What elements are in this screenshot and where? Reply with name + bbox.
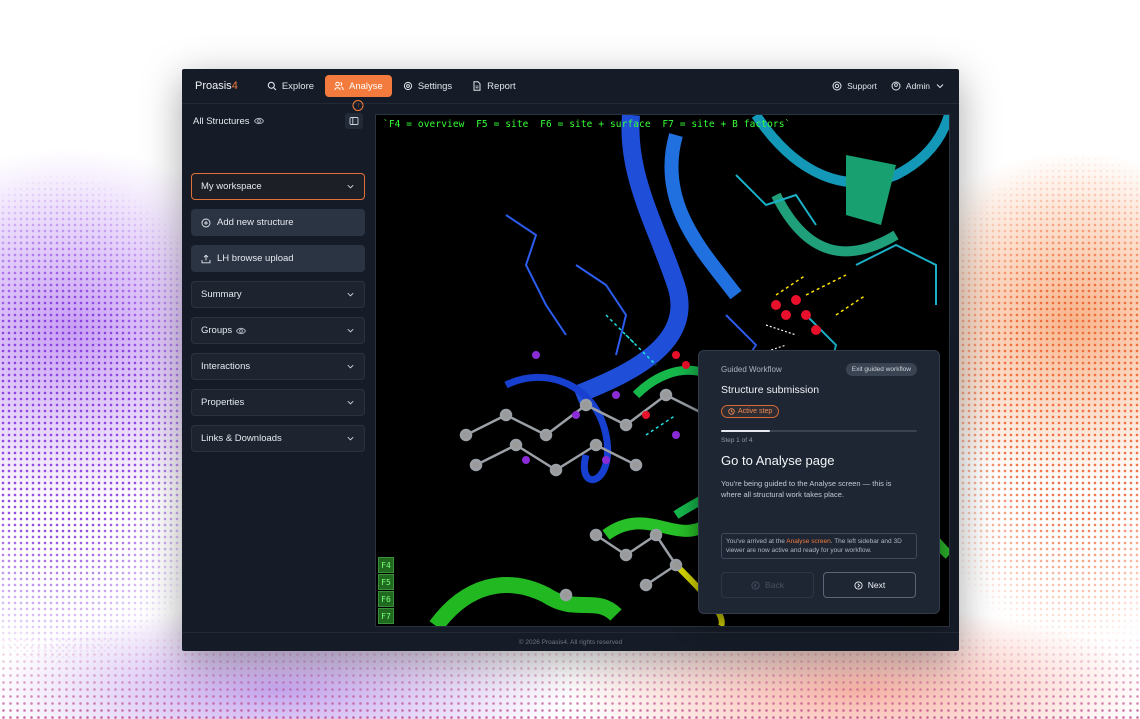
upload-icon <box>201 254 211 263</box>
nav-report[interactable]: Report <box>463 75 525 97</box>
section-label: Interactions <box>201 361 251 372</box>
gear-icon <box>403 81 412 91</box>
nav-report-label: Report <box>487 80 516 92</box>
f5-button[interactable]: F5 <box>378 574 394 590</box>
guide-progress-fill <box>721 430 770 432</box>
sidebar-section-groups[interactable]: Groups <box>191 317 365 344</box>
footer: © 2026 Proasis4. All rights reserved <box>182 632 959 651</box>
arrow-left-circle-icon <box>751 580 760 590</box>
nav-explore-label: Explore <box>281 80 315 92</box>
f6-button[interactable]: F6 <box>378 591 394 607</box>
guide-body: You're being guided to the Analyse scree… <box>721 479 892 499</box>
active-step-badge: Active step <box>721 405 780 418</box>
back-button[interactable]: Back <box>721 572 814 598</box>
nav-settings[interactable]: Settings <box>394 75 461 97</box>
active-step-label: Active step <box>738 408 773 415</box>
document-icon <box>473 81 481 91</box>
chevron-down-icon <box>347 400 354 405</box>
nav-explore[interactable]: Explore <box>258 75 323 97</box>
user-icon <box>891 81 901 91</box>
user-label: Admin <box>905 81 930 91</box>
pymol-command-line: `F4 = overview F5 = site F6 = site + sur… <box>383 119 791 130</box>
section-label: Groups <box>201 325 233 336</box>
chevron-down-icon <box>347 328 354 333</box>
function-key-buttons: F4 F5 F6 F7 <box>378 557 394 624</box>
arrow-right-circle-icon <box>854 580 863 590</box>
exit-guided-workflow-button[interactable]: Exit guided workflow <box>845 363 917 376</box>
next-button[interactable]: Next <box>823 572 916 598</box>
guide-progress-bar <box>721 430 917 432</box>
add-new-structure-label: Add new structure <box>217 217 294 228</box>
guide-title: Structure submission <box>721 384 820 396</box>
nav-settings-label: Settings <box>417 80 453 92</box>
eye-icon[interactable] <box>253 116 264 126</box>
add-new-structure-button[interactable]: Add new structure <box>191 209 365 236</box>
chevron-down-icon <box>347 184 354 189</box>
lifebuoy-icon <box>832 81 842 91</box>
guide-kicker: Guided Workflow <box>721 365 782 374</box>
nav-analyse[interactable]: Analyse ↑ <box>325 75 392 111</box>
sidebar-section-properties[interactable]: Properties <box>191 389 365 416</box>
chevron-down-icon <box>936 84 944 89</box>
eye-icon[interactable] <box>236 326 247 336</box>
workspace-select-value: My workspace <box>201 181 262 192</box>
f7-button[interactable]: F7 <box>378 608 394 624</box>
sidebar-section-summary[interactable]: Summary <box>191 281 365 308</box>
topbar-right: Support Admin <box>832 81 945 91</box>
back-label: Back <box>765 580 784 590</box>
left-sidebar: All Structures My workspace Add new stru… <box>182 103 374 633</box>
chevron-down-icon <box>347 436 354 441</box>
sidebar-title: All Structures <box>193 115 250 127</box>
guide-heading: Go to Analyse page <box>721 453 835 468</box>
sidebar-header: All Structures <box>182 103 374 139</box>
top-navigation-bar: Proasis4 Explore Analyse ↑ Settings Repo… <box>182 69 959 111</box>
panel-icon <box>349 117 359 125</box>
guided-workflow-panel: Guided Workflow Exit guided workflow Str… <box>698 350 940 614</box>
section-label: Properties <box>201 397 245 408</box>
upload-label: LH browse upload <box>217 253 294 264</box>
chevron-down-icon <box>347 292 354 297</box>
plus-circle-icon <box>201 218 211 227</box>
f4-button[interactable]: F4 <box>378 557 394 573</box>
support-label: Support <box>847 81 877 91</box>
next-label: Next <box>867 580 886 590</box>
sidebar-toggle-button[interactable] <box>345 113 363 129</box>
note-highlight: Analyse screen <box>786 538 831 545</box>
users-icon <box>334 81 344 91</box>
brand-logo[interactable]: Proasis4 <box>195 80 238 92</box>
workspace-select[interactable]: My workspace <box>191 173 365 200</box>
section-label: Summary <box>201 289 242 300</box>
upload-button[interactable]: LH browse upload <box>191 245 365 272</box>
guide-note: You've arrived at the Analyse screen. Th… <box>721 533 917 559</box>
guide-step-counter: Step 1 of 4 <box>721 437 753 444</box>
nav-analyse-label: Analyse <box>349 80 383 92</box>
section-label: Links & Downloads <box>201 433 282 444</box>
app-window: Proasis4 Explore Analyse ↑ Settings Repo… <box>182 69 959 651</box>
user-menu[interactable]: Admin <box>891 81 945 91</box>
sidebar-section-links-downloads[interactable]: Links & Downloads <box>191 425 365 452</box>
support-link[interactable]: Support <box>832 81 877 91</box>
sidebar-section-interactions[interactable]: Interactions <box>191 353 365 380</box>
clock-icon <box>728 408 735 415</box>
search-icon <box>267 81 277 91</box>
chevron-down-icon <box>347 364 354 369</box>
